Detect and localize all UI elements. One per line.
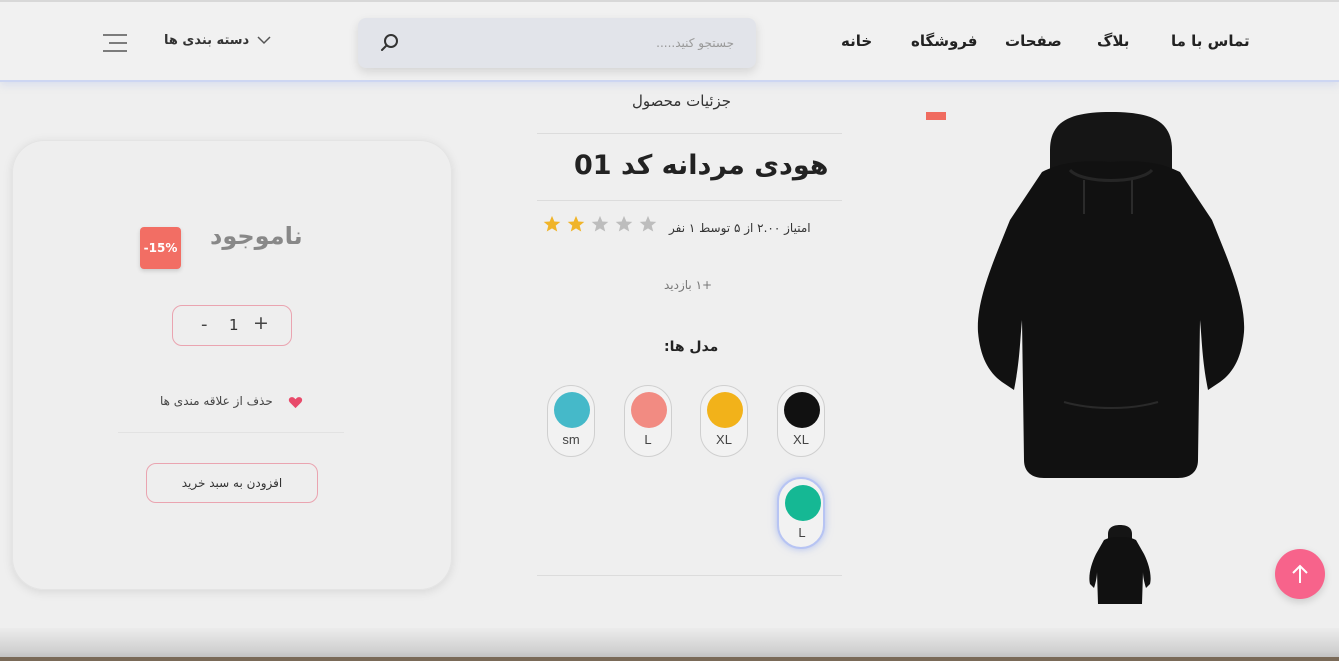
card-divider xyxy=(118,432,344,433)
discount-badge: -15% xyxy=(140,227,181,269)
model-swatch-black-xl[interactable]: XL xyxy=(777,385,825,457)
nav-shop[interactable]: فروشگاه xyxy=(911,32,977,50)
nav-pages[interactable]: صفحات xyxy=(1005,32,1062,50)
swatch-label: L xyxy=(644,432,652,447)
quantity-value[interactable]: 1 xyxy=(229,316,239,334)
color-dot xyxy=(631,392,667,428)
star-empty-icon xyxy=(591,215,609,232)
search-icon[interactable] xyxy=(378,31,402,55)
view-count: +۱ بازدید xyxy=(664,278,713,292)
heart-icon[interactable] xyxy=(288,396,303,409)
color-dot xyxy=(784,392,820,428)
divider-title xyxy=(537,200,842,201)
divider-bottom xyxy=(537,575,842,576)
scroll-to-top-button[interactable] xyxy=(1275,549,1325,599)
swatch-label: L xyxy=(798,525,806,540)
purchase-card xyxy=(12,140,452,590)
site-header: تماس با ما بلاگ صفحات فروشگاه خانه دسته … xyxy=(0,0,1339,82)
model-swatch-yellow-xl[interactable]: XL xyxy=(700,385,748,457)
quantity-stepper: - 1 + xyxy=(172,305,292,346)
chevron-down-icon[interactable] xyxy=(257,35,271,45)
discount-text: -15% xyxy=(143,241,178,255)
swatch-label: XL xyxy=(716,432,732,447)
color-dot xyxy=(707,392,743,428)
product-image-hoodie[interactable] xyxy=(972,110,1250,482)
swatch-label: XL xyxy=(793,432,809,447)
categories-dropdown-label[interactable]: دسته بندی ها xyxy=(164,33,249,48)
nav-blog[interactable]: بلاگ xyxy=(1097,32,1129,50)
search-bar xyxy=(358,18,756,68)
divider-top xyxy=(537,133,842,134)
stock-status: ناموجود xyxy=(210,222,303,250)
models-label: مدل ها: xyxy=(664,339,719,355)
search-input[interactable] xyxy=(414,30,734,56)
remove-favorite-link[interactable]: حذف از علاقه مندی ها xyxy=(160,394,273,408)
quantity-increase-button[interactable]: + xyxy=(253,312,269,334)
product-thumbnail-hoodie[interactable] xyxy=(1088,524,1152,608)
model-swatch-cyan-sm[interactable]: sm xyxy=(547,385,595,457)
star-filled-icon xyxy=(543,215,561,232)
add-to-cart-button[interactable]: افزودن به سبد خرید xyxy=(146,463,318,503)
rating-stars xyxy=(543,215,657,233)
nav-home[interactable]: خانه xyxy=(841,32,872,50)
product-title: هودی مردانه کد 01 xyxy=(574,150,829,181)
arrow-up-icon xyxy=(1292,564,1308,583)
product-details-heading: جزئیات محصول xyxy=(632,92,732,110)
rating-text: امتیاز ۲.۰۰ از ۵ توسط ۱ نفر xyxy=(669,221,811,235)
color-dot xyxy=(785,485,821,521)
color-dot xyxy=(554,392,590,428)
star-filled-icon xyxy=(567,215,585,232)
swatch-label: sm xyxy=(562,432,580,447)
model-swatch-green-l[interactable]: L xyxy=(777,477,825,549)
page-bottom-edge xyxy=(0,657,1339,661)
star-empty-icon xyxy=(615,215,633,232)
model-swatch-salmon-l[interactable]: L xyxy=(624,385,672,457)
star-empty-icon xyxy=(639,215,657,232)
nav-contact[interactable]: تماس با ما xyxy=(1171,32,1250,50)
menu-icon[interactable] xyxy=(101,32,129,54)
sale-marker xyxy=(926,112,946,120)
quantity-decrease-button[interactable]: - xyxy=(201,314,208,335)
